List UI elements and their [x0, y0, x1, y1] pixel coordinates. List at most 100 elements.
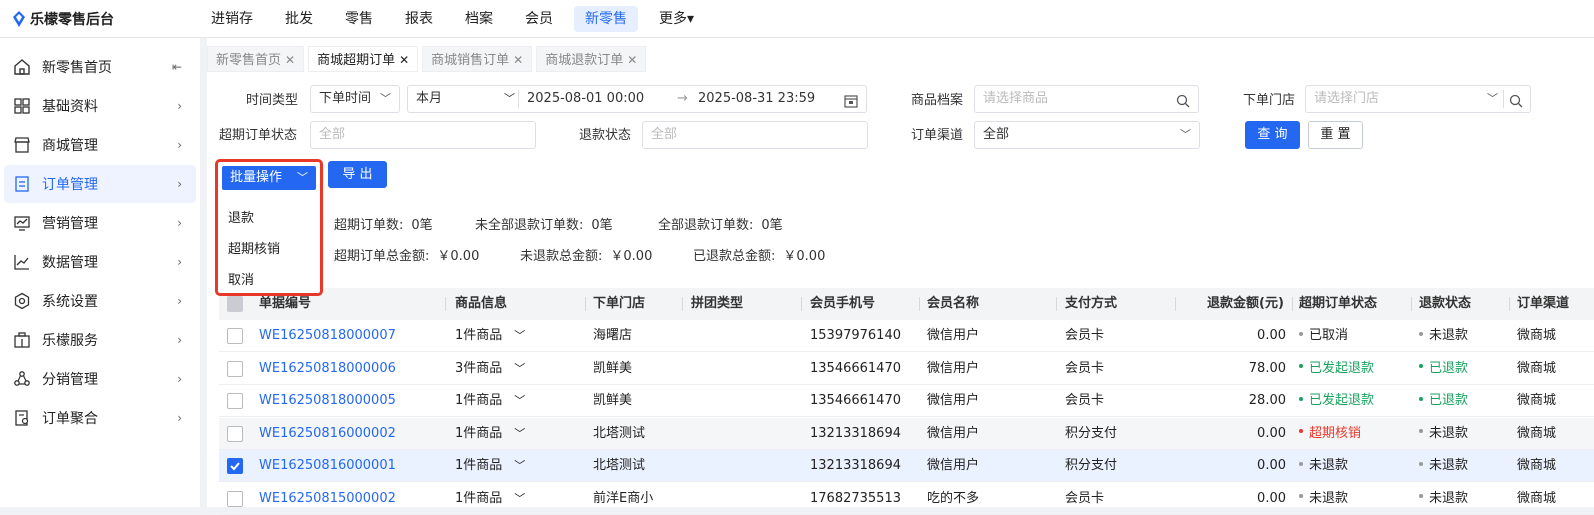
- row-checkbox[interactable]: [227, 360, 243, 377]
- row-checkbox[interactable]: [227, 393, 243, 409]
- refund-status-select[interactable]: 全部: [642, 121, 868, 149]
- date-end[interactable]: 2025-08-31 23:59: [698, 86, 815, 112]
- cell-text: WE16250816000002: [259, 425, 396, 441]
- order-id-link[interactable]: WE16250816000002: [259, 418, 396, 450]
- product-input[interactable]: 请选择商品: [974, 85, 1199, 113]
- collapse-sidebar-icon[interactable]: ⇤: [172, 60, 182, 74]
- topnav-item-new-retail[interactable]: 新零售: [574, 6, 638, 32]
- column-header[interactable]: 支付方式: [1065, 288, 1117, 320]
- table-row[interactable]: WE16250815000002 1件商品 ﹀ 前洋E商小 17682735513 吃的不…: [219, 483, 1594, 515]
- close-icon[interactable]: ✕: [399, 53, 409, 67]
- table-row[interactable]: WE16250816000001 1件商品 ﹀ 北塔测试 13213318694 微信用户…: [219, 450, 1594, 482]
- close-icon[interactable]: ✕: [285, 53, 295, 67]
- row-checkbox[interactable]: [227, 490, 243, 507]
- column-header[interactable]: 商品信息: [455, 288, 507, 320]
- chevron-down-icon[interactable]: ﹀: [514, 459, 525, 472]
- topnav-item-inventory[interactable]: 进销存: [200, 6, 264, 32]
- chevron-down-icon[interactable]: ﹀: [514, 362, 525, 375]
- sidebar-item-mall[interactable]: 商城管理 ›: [4, 126, 196, 164]
- goods-info[interactable]: 1件商品 ﹀: [455, 450, 525, 482]
- store-input[interactable]: 请选择门店 ﹀: [1305, 85, 1531, 113]
- chevron-down-icon[interactable]: ﹀: [514, 329, 525, 342]
- sidebar-item-service[interactable]: 乐檬服务 ›: [4, 321, 196, 359]
- cell-text: 会员卡: [1065, 328, 1105, 343]
- table-row[interactable]: WE16250818000007 1件商品 ﹀ 海曙店 15397976140 微信用户 会…: [219, 320, 1594, 352]
- order-id-link[interactable]: WE16250816000001: [259, 450, 396, 482]
- topnav-item-archive[interactable]: 档案: [454, 6, 504, 32]
- sidebar-item-marketing[interactable]: 营销管理 ›: [4, 204, 196, 242]
- period-value: 本月: [416, 91, 443, 106]
- pay-method-cell: 会员卡: [1065, 353, 1104, 385]
- column-header[interactable]: 超期订单状态: [1299, 288, 1377, 320]
- sidebar-item-home[interactable]: 新零售首页 ⇤: [4, 48, 196, 86]
- tab-overdue-orders[interactable]: 商城超期订单 ✕: [308, 46, 419, 72]
- column-header[interactable]: 订单渠道: [1517, 288, 1569, 320]
- store-cell: 海曙店: [593, 320, 632, 352]
- close-icon[interactable]: ✕: [513, 53, 523, 67]
- order-id-link[interactable]: WE16250818000005: [259, 385, 396, 417]
- goods-info[interactable]: 3件商品 ﹀: [455, 353, 525, 385]
- search-icon[interactable]: [1509, 92, 1523, 118]
- export-button[interactable]: 导 出: [328, 161, 387, 188]
- menu-item-refund[interactable]: 退款: [228, 207, 254, 226]
- query-button[interactable]: 查 询: [1245, 121, 1300, 149]
- column-header[interactable]: 会员名称: [927, 288, 979, 320]
- goods-info[interactable]: 1件商品 ﹀: [455, 385, 525, 417]
- channel-select[interactable]: 全部 ﹀: [974, 121, 1200, 149]
- order-id-link[interactable]: WE16250815000002: [259, 483, 396, 515]
- app-logo[interactable]: 乐檬零售后台: [12, 9, 114, 29]
- row-checkbox[interactable]: [227, 458, 243, 474]
- table-row[interactable]: WE16250818000005 1件商品 ﹀ 凯鲜美 13546661470 微信用户 会…: [219, 385, 1594, 417]
- goods-info[interactable]: 1件商品 ﹀: [455, 320, 525, 352]
- chevron-down-icon[interactable]: ﹀: [514, 394, 525, 407]
- topnav-item-retail[interactable]: 零售: [334, 6, 384, 32]
- sidebar-item-basic-data[interactable]: 基础资料 ›: [4, 87, 196, 125]
- tab-new-retail-home[interactable]: 新零售首页 ✕: [207, 46, 305, 72]
- goods-info[interactable]: 1件商品 ﹀: [455, 418, 525, 450]
- topnav-item-wholesale[interactable]: 批发: [274, 6, 324, 32]
- full-refund-count-stat: 全部退款订单数: 0笔: [658, 214, 783, 233]
- column-header[interactable]: 退款状态: [1419, 288, 1471, 320]
- column-header[interactable]: 会员手机号: [810, 288, 875, 320]
- column-header[interactable]: 下单门店: [593, 288, 645, 320]
- table-row[interactable]: WE16250816000002 1件商品 ﹀ 北塔测试 13213318694 微信用户…: [219, 417, 1594, 450]
- date-range-picker[interactable]: 本月 ﹀ 2025-08-01 00:00 → 2025-08-31 23:59: [407, 85, 867, 113]
- search-icon[interactable]: [1176, 92, 1190, 118]
- sidebar-item-distribution[interactable]: 分销管理 ›: [4, 360, 196, 398]
- topnav-item-reports[interactable]: 报表: [394, 6, 444, 32]
- close-icon[interactable]: ✕: [627, 53, 637, 67]
- refund-status-cell: 已退款: [1419, 385, 1468, 417]
- topnav-item-member[interactable]: 会员: [514, 6, 564, 32]
- order-id-link[interactable]: WE16250818000007: [259, 320, 396, 352]
- menu-item-cancel[interactable]: 取消: [228, 269, 254, 288]
- column-header[interactable]: 退款金额(元): [1207, 288, 1284, 320]
- chevron-down-icon[interactable]: ﹀: [514, 492, 525, 505]
- phone-cell: 13213318694: [810, 418, 901, 450]
- cell-text: 1件商品: [455, 490, 503, 506]
- sidebar-item-orders[interactable]: 订单管理 ›: [4, 165, 196, 203]
- page-tabs: 新零售首页 ✕ 商城超期订单 ✕ 商城销售订单 ✕ 商城退款订单 ✕: [207, 46, 650, 72]
- overdue-status-select[interactable]: 全部: [310, 121, 536, 149]
- goods-info[interactable]: 1件商品 ﹀: [455, 483, 525, 515]
- topnav-item-more[interactable]: 更多▾: [648, 6, 705, 32]
- menu-item-overdue-writeoff[interactable]: 超期核销: [228, 238, 280, 257]
- select-all-checkbox[interactable]: [227, 296, 243, 312]
- sidebar-item-settings[interactable]: 系统设置 ›: [4, 282, 196, 320]
- unrefunded-amount-stat: 未退款总金额: ￥0.00: [520, 245, 652, 264]
- order-id-link[interactable]: WE16250818000006: [259, 353, 396, 385]
- status-dot: [1299, 331, 1303, 336]
- column-divider: [1509, 297, 1510, 311]
- reset-button[interactable]: 重 置: [1308, 121, 1363, 149]
- column-header[interactable]: 拼团类型: [691, 288, 743, 320]
- chevron-down-icon[interactable]: ﹀: [514, 427, 525, 440]
- table-row[interactable]: WE16250818000006 3件商品 ﹀ 凯鲜美 13546661470 微信用户 会…: [219, 353, 1594, 385]
- batch-operation-button[interactable]: 批量操作 ﹀: [222, 166, 316, 190]
- sidebar-item-aggregate[interactable]: 订单聚合 ›: [4, 399, 196, 437]
- tab-sales-orders[interactable]: 商城销售订单 ✕: [422, 46, 533, 72]
- date-start[interactable]: 2025-08-01 00:00: [527, 86, 644, 112]
- row-checkbox[interactable]: [227, 328, 243, 344]
- sidebar-item-data[interactable]: 数据管理 ›: [4, 243, 196, 281]
- tab-refund-orders[interactable]: 商城退款订单 ✕: [536, 46, 647, 72]
- row-checkbox[interactable]: [227, 425, 243, 442]
- time-type-select[interactable]: 下单时间 ﹀: [310, 85, 400, 113]
